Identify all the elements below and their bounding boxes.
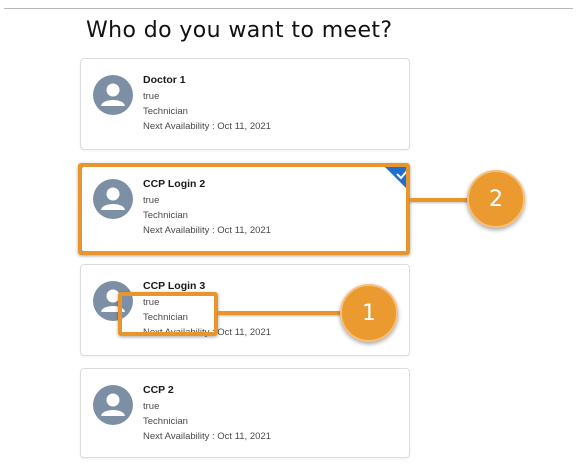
callout-badge: 1 bbox=[340, 284, 398, 342]
person-role: Technician bbox=[143, 106, 188, 117]
callout-connector bbox=[410, 198, 472, 202]
user-icon bbox=[93, 75, 133, 115]
person-status: true bbox=[143, 91, 160, 102]
highlight-selected-card bbox=[78, 163, 410, 255]
person-name: CCP 2 bbox=[143, 384, 174, 396]
person-role: Technician bbox=[143, 416, 188, 427]
person-card[interactable]: CCP 2 true Technician Next Availability … bbox=[80, 368, 410, 458]
user-icon bbox=[93, 385, 133, 425]
person-card[interactable]: Doctor 1 true Technician Next Availabili… bbox=[80, 58, 410, 150]
highlight-card-details bbox=[118, 292, 218, 336]
callout-badge: 2 bbox=[467, 170, 525, 228]
person-status: true bbox=[143, 401, 160, 412]
person-name: Doctor 1 bbox=[143, 74, 186, 86]
top-divider bbox=[4, 8, 573, 9]
person-availability: Next Availability : Oct 11, 2021 bbox=[143, 431, 271, 442]
person-availability: Next Availability : Oct 11, 2021 bbox=[143, 121, 271, 132]
callout-connector bbox=[218, 311, 344, 315]
page-title: Who do you want to meet? bbox=[86, 18, 393, 43]
